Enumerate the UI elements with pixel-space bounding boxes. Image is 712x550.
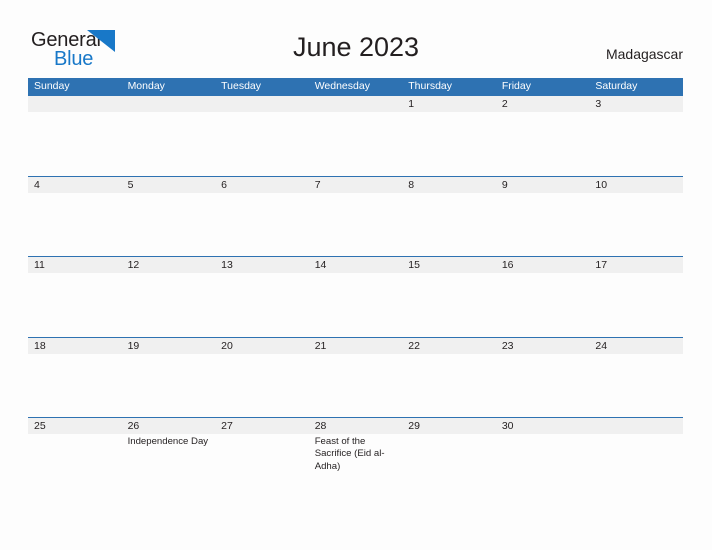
event-label: Feast of the Sacrifice (Eid al-Adha) [314, 436, 385, 472]
weekday-header-saturday: Saturday [595, 80, 638, 92]
day-cell[interactable]: 25 [28, 418, 122, 498]
day-number: 3 [595, 98, 602, 110]
weekday-header-friday: Friday [501, 80, 531, 92]
day-cell[interactable]: 16 [496, 257, 590, 337]
day-number: 16 [501, 259, 514, 271]
weekday-header-row: Sunday Monday Tuesday Wednesday Thursday… [28, 78, 683, 95]
day-cell[interactable]: 27 [215, 418, 309, 498]
day-number: 15 [408, 259, 420, 271]
day-number: 29 [408, 420, 420, 432]
day-cell[interactable] [589, 418, 683, 498]
day-number: 19 [127, 339, 140, 352]
day-cell[interactable]: 6 [215, 177, 309, 257]
event-label: Independence Day [127, 436, 209, 447]
day-number: 18 [34, 339, 46, 352]
day-number [315, 96, 398, 112]
day-number: 2 [501, 98, 508, 110]
day-cell[interactable]: 2 [496, 96, 590, 176]
day-number: 21 [314, 339, 327, 352]
day-number: 4 [34, 178, 40, 191]
day-events: Independence Day [128, 436, 211, 448]
day-number: 27 [221, 420, 233, 432]
day-cell[interactable]: 17 [589, 257, 683, 337]
day-number: 28 [314, 420, 327, 432]
day-number: 13 [221, 259, 233, 271]
day-cell[interactable]: 5 [122, 177, 216, 257]
day-cell[interactable]: 15 [402, 257, 496, 337]
weekday-header-tuesday: Tuesday [221, 80, 262, 92]
day-cell[interactable]: 12 [122, 257, 216, 337]
day-number [128, 96, 211, 112]
day-events: Feast of the Sacrifice (Eid al-Adha) [315, 436, 398, 473]
day-cell[interactable]: 3 [589, 96, 683, 176]
weekday-header-thursday: Thursday [408, 80, 453, 92]
day-number: 1 [408, 98, 415, 110]
day-number: 26 [127, 420, 140, 432]
day-cell[interactable]: 22 [402, 338, 496, 418]
day-cell[interactable]: 29 [402, 418, 496, 498]
day-number [221, 96, 304, 112]
day-number [595, 418, 678, 434]
day-cell[interactable]: 7 [309, 177, 403, 257]
calendar-grid: Sunday Monday Tuesday Wednesday Thursday… [28, 78, 683, 498]
day-cell[interactable] [215, 96, 309, 176]
day-cell[interactable]: 13 [215, 257, 309, 337]
day-cell[interactable]: 8 [402, 177, 496, 257]
day-number: 10 [595, 178, 608, 191]
day-cell[interactable]: 11 [28, 257, 122, 337]
region-label: Madagascar [605, 46, 683, 62]
day-cell[interactable]: 1 [402, 96, 496, 176]
day-cell[interactable]: 9 [496, 177, 590, 257]
day-number: 12 [127, 259, 140, 271]
day-cell[interactable] [28, 96, 122, 176]
day-cell[interactable] [122, 96, 216, 176]
day-number: 17 [595, 259, 608, 271]
day-number: 25 [34, 420, 46, 432]
day-number: 30 [501, 420, 514, 432]
day-cell[interactable]: 28 Feast of the Sacrifice (Eid al-Adha) [309, 418, 403, 498]
day-number: 6 [221, 178, 227, 191]
calendar-page: General Blue June 2023 Madagascar Sunday… [0, 0, 712, 550]
day-cell[interactable]: 20 [215, 338, 309, 418]
day-cell[interactable]: 23 [496, 338, 590, 418]
week-row: 25 26 Independence Day 27 28 Feast of the … [28, 417, 683, 498]
weekday-header-monday: Monday [127, 80, 165, 92]
page-header: General Blue June 2023 Madagascar [0, 0, 712, 78]
day-cell[interactable]: 10 [589, 177, 683, 257]
day-number: 22 [408, 339, 420, 352]
day-number: 20 [221, 339, 233, 352]
week-row: 18 19 20 21 22 23 24 [28, 336, 683, 418]
day-number: 8 [408, 178, 415, 191]
day-number: 5 [127, 178, 134, 191]
day-cell[interactable]: 24 [589, 338, 683, 418]
day-number: 9 [501, 178, 508, 191]
day-cell[interactable]: 4 [28, 177, 122, 257]
day-cell[interactable]: 26 Independence Day [122, 418, 216, 498]
week-row: 4 5 6 7 8 9 10 [28, 175, 683, 257]
day-number: 7 [314, 178, 321, 191]
day-cell[interactable]: 18 [28, 338, 122, 418]
week-row: 11 12 13 14 15 16 17 [28, 256, 683, 337]
day-number: 24 [595, 339, 608, 352]
weekday-header-sunday: Sunday [34, 80, 70, 92]
weekday-header-wednesday: Wednesday [314, 80, 370, 92]
day-cell[interactable]: 19 [122, 338, 216, 418]
day-number: 23 [501, 339, 514, 352]
week-row: 1 2 3 [28, 95, 683, 176]
day-cell[interactable]: 14 [309, 257, 403, 337]
day-number: 11 [34, 259, 45, 271]
day-cell[interactable]: 21 [309, 338, 403, 418]
day-number [34, 96, 117, 112]
day-cell[interactable] [309, 96, 403, 176]
day-cell[interactable]: 30 [496, 418, 590, 498]
day-number: 14 [314, 259, 327, 271]
